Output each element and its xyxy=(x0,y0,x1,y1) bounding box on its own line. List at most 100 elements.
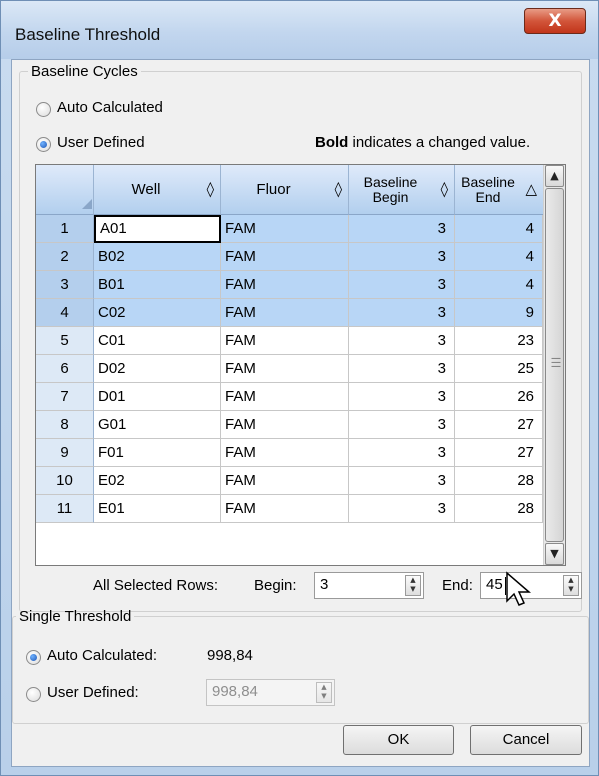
table-row[interactable]: 11 E01 FAM 3 28 xyxy=(36,495,543,523)
table-row[interactable]: 9 F01 FAM 3 27 xyxy=(36,439,543,467)
row-number[interactable]: 5 xyxy=(36,327,94,355)
baseline-begin-cell[interactable]: 3 xyxy=(349,215,455,243)
well-cell[interactable]: B02 xyxy=(94,243,221,271)
fluor-cell[interactable]: FAM xyxy=(221,299,349,327)
well-cell[interactable]: B01 xyxy=(94,271,221,299)
column-header-fluor[interactable]: Fluor ◊ xyxy=(221,165,349,215)
scroll-up-icon[interactable]: ▲ xyxy=(545,165,564,187)
row-number[interactable]: 11 xyxy=(36,495,94,523)
well-cell[interactable]: C02 xyxy=(94,299,221,327)
vertical-scrollbar[interactable]: ▲ — — — ▼ xyxy=(543,165,565,565)
table-row[interactable]: 4 C02 FAM 3 9 xyxy=(36,299,543,327)
well-cell[interactable]: A01 xyxy=(94,215,221,243)
baseline-end-cell[interactable]: 27 xyxy=(455,439,543,467)
table-row[interactable]: 7 D01 FAM 3 26 xyxy=(36,383,543,411)
threshold-user-spinner[interactable]: 998,84 ▲ ▼ xyxy=(206,679,335,706)
baseline-end-cell[interactable]: 27 xyxy=(455,411,543,439)
baseline-begin-cell[interactable]: 3 xyxy=(349,411,455,439)
begin-value[interactable]: 3 xyxy=(320,576,328,593)
spin-up-icon[interactable]: ▲ ▼ xyxy=(316,682,332,703)
auto-calculated-radio[interactable] xyxy=(36,102,51,117)
baseline-end-cell[interactable]: 4 xyxy=(455,215,543,243)
fluor-cell[interactable]: FAM xyxy=(221,383,349,411)
auto-calculated-label[interactable]: Auto Calculated xyxy=(57,99,163,116)
baseline-begin-cell[interactable]: 3 xyxy=(349,243,455,271)
baseline-begin-cell[interactable]: 3 xyxy=(349,355,455,383)
baseline-end-cell[interactable]: 26 xyxy=(455,383,543,411)
threshold-auto-radio[interactable] xyxy=(26,650,41,665)
row-number[interactable]: 7 xyxy=(36,383,94,411)
well-cell[interactable]: D01 xyxy=(94,383,221,411)
sort-icon: ◊ xyxy=(206,180,214,198)
table-row[interactable]: 10 E02 FAM 3 28 xyxy=(36,467,543,495)
spin-up-icon[interactable]: ▲ ▼ xyxy=(563,575,579,596)
threshold-user-value[interactable]: 998,84 xyxy=(212,683,258,700)
spin-up-icon[interactable]: ▲ ▼ xyxy=(405,575,421,596)
begin-spinner[interactable]: 3 ▲ ▼ xyxy=(314,572,424,599)
baseline-end-cell[interactable]: 28 xyxy=(455,495,543,523)
column-header-fluor-label: Fluor xyxy=(256,180,291,198)
fluor-cell[interactable]: FAM xyxy=(221,243,349,271)
row-number[interactable]: 1 xyxy=(36,215,94,243)
well-cell[interactable]: C01 xyxy=(94,327,221,355)
baseline-begin-cell[interactable]: 3 xyxy=(349,439,455,467)
baseline-end-cell[interactable]: 4 xyxy=(455,243,543,271)
user-defined-label[interactable]: User Defined xyxy=(57,134,145,151)
well-cell[interactable]: E02 xyxy=(94,467,221,495)
fluor-cell[interactable]: FAM xyxy=(221,439,349,467)
baseline-end-cell[interactable]: 9 xyxy=(455,299,543,327)
fluor-cell[interactable]: FAM xyxy=(221,495,349,523)
cancel-button[interactable]: Cancel xyxy=(470,725,582,755)
table-row[interactable]: 2 B02 FAM 3 4 xyxy=(36,243,543,271)
column-header-well[interactable]: Well ◊ xyxy=(94,165,221,215)
title-bar[interactable]: Baseline Threshold X xyxy=(1,1,598,59)
row-number[interactable]: 8 xyxy=(36,411,94,439)
baseline-begin-cell[interactable]: 3 xyxy=(349,383,455,411)
baseline-begin-cell[interactable]: 3 xyxy=(349,467,455,495)
row-number[interactable]: 6 xyxy=(36,355,94,383)
row-number[interactable]: 2 xyxy=(36,243,94,271)
threshold-auto-value: 998,84 xyxy=(207,647,253,664)
ok-button[interactable]: OK xyxy=(343,725,454,755)
baseline-begin-cell[interactable]: 3 xyxy=(349,495,455,523)
grid-corner-header[interactable] xyxy=(36,165,94,215)
well-cell[interactable]: E01 xyxy=(94,495,221,523)
well-cell[interactable]: D02 xyxy=(94,355,221,383)
baseline-end-cell[interactable]: 28 xyxy=(455,467,543,495)
baseline-end-cell[interactable]: 23 xyxy=(455,327,543,355)
baseline-end-cell[interactable]: 4 xyxy=(455,271,543,299)
end-value[interactable]: 45 xyxy=(486,576,503,593)
scroll-down-icon[interactable]: ▼ xyxy=(545,543,564,565)
row-number[interactable]: 10 xyxy=(36,467,94,495)
row-number[interactable]: 4 xyxy=(36,299,94,327)
baseline-begin-cell[interactable]: 3 xyxy=(349,327,455,355)
column-header-baseline-end[interactable]: Baseline End △ xyxy=(455,165,544,215)
row-number[interactable]: 9 xyxy=(36,439,94,467)
well-cell[interactable]: G01 xyxy=(94,411,221,439)
fluor-cell[interactable]: FAM xyxy=(221,215,349,243)
threshold-user-label[interactable]: User Defined: xyxy=(47,684,139,701)
fluor-cell[interactable]: FAM xyxy=(221,411,349,439)
baseline-end-cell[interactable]: 25 xyxy=(455,355,543,383)
well-cell[interactable]: F01 xyxy=(94,439,221,467)
table-row[interactable]: 6 D02 FAM 3 25 xyxy=(36,355,543,383)
fluor-cell[interactable]: FAM xyxy=(221,355,349,383)
table-row[interactable]: 1 A01 FAM 3 4 xyxy=(36,215,543,243)
fluor-cell[interactable]: FAM xyxy=(221,271,349,299)
close-button[interactable]: X xyxy=(524,8,586,34)
table-row[interactable]: 5 C01 FAM 3 23 xyxy=(36,327,543,355)
row-number[interactable]: 3 xyxy=(36,271,94,299)
baseline-grid[interactable]: Well ◊ Fluor ◊ Baseline Begin ◊ Baseline… xyxy=(35,164,566,566)
table-row[interactable]: 8 G01 FAM 3 27 xyxy=(36,411,543,439)
user-defined-radio[interactable] xyxy=(36,137,51,152)
baseline-begin-cell[interactable]: 3 xyxy=(349,299,455,327)
baseline-begin-cell[interactable]: 3 xyxy=(349,271,455,299)
scrollbar-thumb[interactable]: — — — xyxy=(545,188,564,542)
threshold-auto-label[interactable]: Auto Calculated: xyxy=(47,647,157,664)
fluor-cell[interactable]: FAM xyxy=(221,327,349,355)
threshold-user-radio[interactable] xyxy=(26,687,41,702)
table-row[interactable]: 3 B01 FAM 3 4 xyxy=(36,271,543,299)
fluor-cell[interactable]: FAM xyxy=(221,467,349,495)
select-all-corner-icon xyxy=(82,199,92,209)
column-header-baseline-begin[interactable]: Baseline Begin ◊ xyxy=(349,165,455,215)
